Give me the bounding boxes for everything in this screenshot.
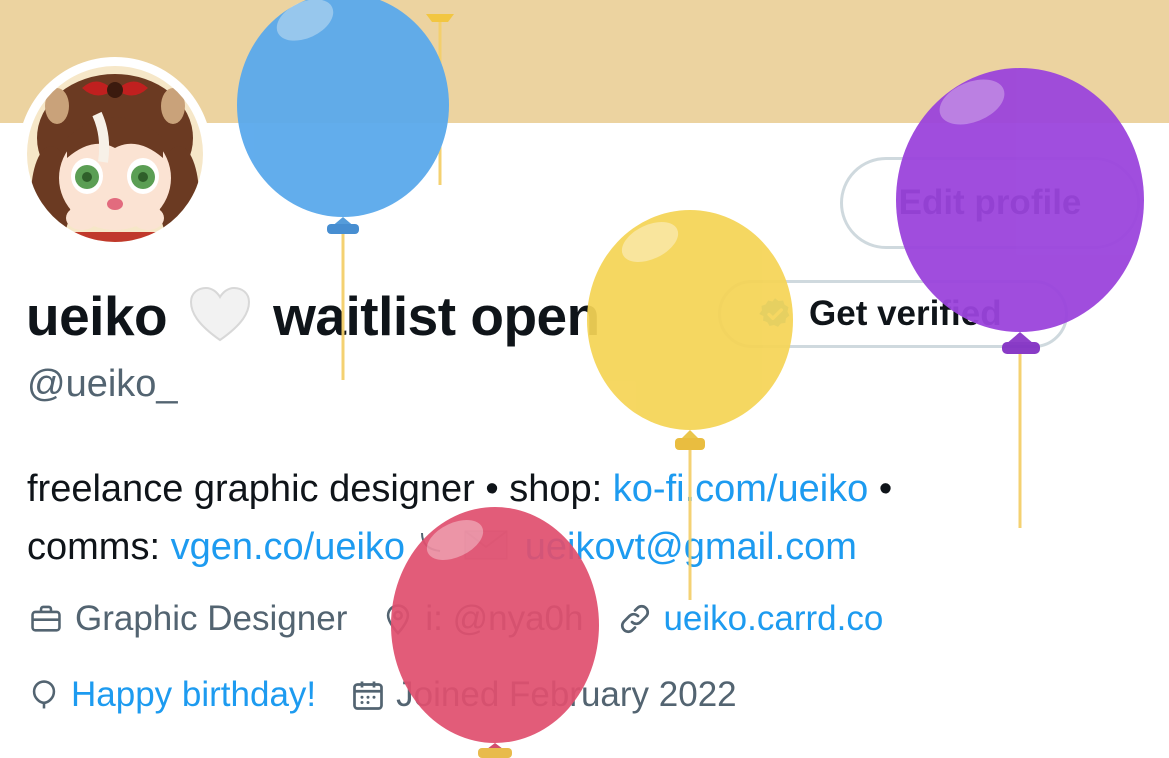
avatar-illustration [27, 66, 203, 242]
verified-badge-icon [759, 298, 790, 327]
profile-meta-row-1: Graphic Designer i: @nya0h ueiko.carrd.c… [27, 594, 917, 644]
birthday-link[interactable]: Happy birthday! [71, 675, 316, 715]
location-text: i: @nya0h [425, 599, 584, 638]
calendar-icon [353, 681, 383, 710]
profession-item: Graphic Designer [27, 599, 347, 639]
bio-text-3: comms: [27, 526, 171, 568]
bio-link-kofi[interactable]: ko-fi.com/ueiko [613, 468, 869, 510]
get-verified-label: Get verified [809, 294, 1002, 333]
edit-profile-label: Edit profile [898, 183, 1082, 222]
bio-link-vgen[interactable]: vgen.co/ueiko [171, 526, 406, 568]
joined-item: Joined February 2022 [350, 675, 737, 715]
profile-bio: freelance graphic designer • shop: ko-fi… [27, 460, 1127, 578]
display-name-first: ueiko [26, 285, 168, 347]
edit-profile-button[interactable]: Edit profile [840, 157, 1140, 249]
website-item[interactable]: ueiko.carrd.co [617, 599, 883, 639]
bio-link-email[interactable]: ueikovt@gmail.com [525, 526, 857, 568]
avatar[interactable] [27, 66, 203, 242]
display-name-rest: waitlist open [273, 285, 600, 347]
birthday-item[interactable]: Happy birthday! [27, 675, 316, 715]
profile-meta-row-2: Happy birthday! Joined February 2022 [27, 670, 771, 720]
white-heart-icon [189, 286, 251, 347]
bio-text-2: • [868, 468, 893, 510]
user-handle: @ueiko_ [27, 363, 178, 405]
get-verified-button[interactable]: Get verified [718, 280, 1068, 348]
location-pin-icon [387, 604, 410, 636]
envelope-emoji-icon [464, 520, 514, 578]
link-icon [621, 605, 650, 633]
website-link[interactable]: ueiko.carrd.co [663, 599, 883, 639]
joined-text: Joined February 2022 [396, 675, 737, 714]
bio-text-1: freelance graphic designer • shop: [27, 468, 613, 510]
sparkle-emoji-icon [416, 518, 454, 576]
bio-text-4 [514, 526, 525, 568]
briefcase-icon [31, 605, 61, 632]
display-name-row: ueiko waitlist open [26, 276, 600, 356]
profession-text: Graphic Designer [75, 599, 348, 638]
balloon-icon [32, 680, 56, 709]
location-item: i: @nya0h [381, 599, 583, 639]
